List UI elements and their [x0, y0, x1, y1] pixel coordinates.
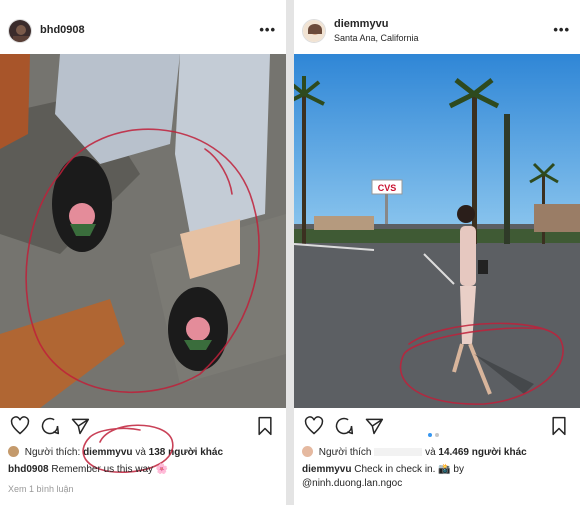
avatar[interactable] [302, 19, 326, 43]
caption-emoji: 📸 [438, 464, 451, 475]
likes-and: và [425, 447, 436, 458]
post-header: bhd0908 ••• [0, 0, 286, 54]
heart-icon[interactable] [304, 416, 324, 436]
caption-mention[interactable]: @ninh.duong.lan.ngoc [302, 478, 402, 489]
likes-prefix: Người thích [318, 447, 372, 458]
likes-count[interactable]: 14.469 người khác [438, 447, 526, 458]
carousel-dot-active [428, 433, 432, 437]
post-header: diemmyvu Santa Ana, California ••• [294, 0, 580, 54]
caption-emoji: 🌸 [155, 464, 169, 475]
carousel-dot [435, 433, 439, 437]
liker-avatar [8, 446, 19, 457]
avatar[interactable] [8, 19, 32, 43]
screenshot-composite: bhd0908 ••• Người thích: diemmyvu và 138… [0, 0, 580, 505]
username[interactable]: diemmyvu [334, 18, 388, 30]
cvs-sign: CVS [378, 183, 397, 193]
share-icon[interactable] [364, 416, 384, 436]
bookmark-icon[interactable] [256, 416, 274, 436]
username[interactable]: bhd0908 [40, 24, 85, 36]
panel-divider [286, 0, 294, 505]
caption-by: by [453, 464, 464, 475]
instagram-post-right: diemmyvu Santa Ana, California ••• CVS N… [294, 0, 580, 505]
comment-icon[interactable] [334, 416, 354, 436]
carousel-indicator [428, 424, 442, 442]
caption: bhd0908 Remember us this way 🌸 [8, 464, 168, 475]
caption-username[interactable]: diemmyvu [302, 464, 351, 475]
location[interactable]: Santa Ana, California [334, 33, 419, 43]
comment-icon[interactable] [40, 416, 60, 436]
caption: diemmyvu Check in check in. 📸 by [302, 464, 464, 475]
bookmark-icon[interactable] [550, 416, 568, 436]
redacted-username [374, 448, 423, 456]
heart-icon[interactable] [10, 416, 30, 436]
caption-text: Check in check in. [354, 464, 436, 475]
post-photo[interactable] [0, 54, 286, 408]
view-comments-link[interactable]: Xem 1 bình luận [8, 484, 74, 494]
more-icon[interactable]: ••• [259, 22, 276, 37]
instagram-post-left: bhd0908 ••• Người thích: diemmyvu và 138… [0, 0, 286, 505]
post-photo[interactable]: CVS [294, 54, 580, 408]
liker-avatar [302, 446, 313, 457]
caption-text: Remember us this way [51, 464, 154, 475]
more-icon[interactable]: ••• [553, 22, 570, 37]
likes-line: Người thích và 14.469 người khác [302, 446, 527, 458]
caption-username[interactable]: bhd0908 [8, 464, 49, 475]
